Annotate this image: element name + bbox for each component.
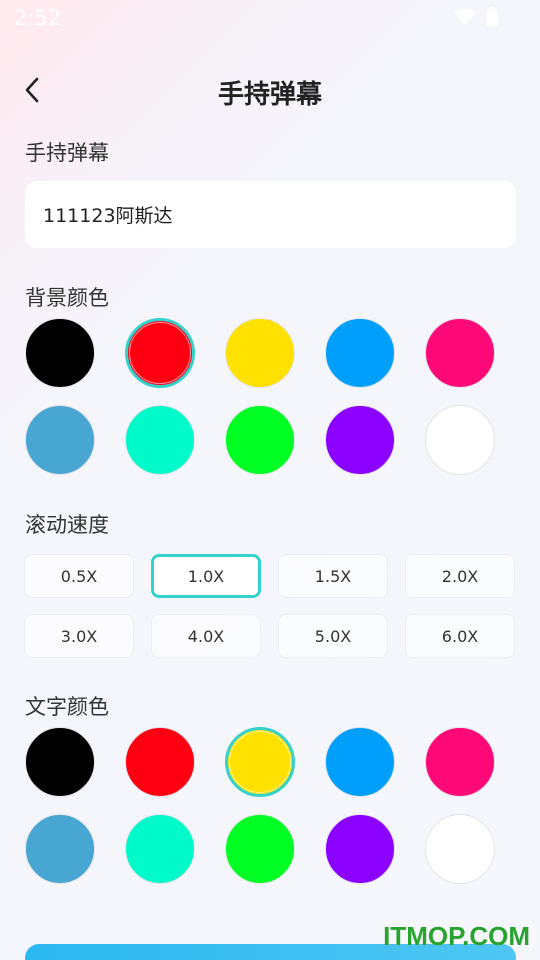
danmaku-text-input[interactable] bbox=[25, 181, 516, 248]
text-color-swatch[interactable] bbox=[325, 814, 395, 884]
status-bar: 2:52 bbox=[0, 0, 540, 36]
background-color-swatch[interactable] bbox=[225, 405, 295, 475]
background-color-swatch[interactable] bbox=[25, 405, 95, 475]
watermark: ITMOP.COM bbox=[383, 921, 530, 951]
speed-option[interactable]: 5.0X bbox=[278, 614, 388, 658]
status-time: 2:52 bbox=[14, 6, 62, 30]
text-color-swatch[interactable] bbox=[225, 814, 295, 884]
speed-option[interactable]: 6.0X bbox=[405, 614, 515, 658]
speed-option[interactable]: 0.5X bbox=[24, 554, 134, 598]
text-color-swatch[interactable] bbox=[425, 814, 495, 884]
text-color-swatch[interactable] bbox=[25, 814, 95, 884]
header: 手持弹幕 bbox=[0, 60, 540, 120]
background-color-label: 背景颜色 bbox=[25, 286, 109, 310]
page-title: 手持弹幕 bbox=[217, 80, 322, 110]
text-color-swatch[interactable] bbox=[325, 727, 395, 797]
text-color-swatch[interactable] bbox=[225, 727, 295, 797]
battery-icon bbox=[486, 7, 498, 27]
background-color-swatch[interactable] bbox=[25, 318, 95, 388]
speed-option[interactable]: 2.0X bbox=[405, 554, 515, 598]
speed-option[interactable]: 1.0X bbox=[151, 554, 261, 598]
scroll-speed-label: 滚动速度 bbox=[25, 513, 109, 537]
background-color-swatch[interactable] bbox=[125, 405, 195, 475]
text-color-swatch[interactable] bbox=[25, 727, 95, 797]
text-color-swatch[interactable] bbox=[125, 727, 195, 797]
speed-option[interactable]: 1.5X bbox=[278, 554, 388, 598]
status-icons bbox=[454, 7, 498, 27]
text-color-swatch[interactable] bbox=[425, 727, 495, 797]
text-color-label: 文字颜色 bbox=[25, 695, 109, 719]
text-section-label: 手持弹幕 bbox=[25, 141, 109, 165]
text-color-swatch[interactable] bbox=[125, 814, 195, 884]
background-color-swatch[interactable] bbox=[325, 405, 395, 475]
background-color-swatch[interactable] bbox=[325, 318, 395, 388]
background-color-swatch[interactable] bbox=[225, 318, 295, 388]
speed-option[interactable]: 4.0X bbox=[151, 614, 261, 658]
speed-option[interactable]: 3.0X bbox=[24, 614, 134, 658]
background-color-swatch[interactable] bbox=[425, 405, 495, 475]
wifi-icon bbox=[454, 8, 476, 25]
background-color-swatch[interactable] bbox=[425, 318, 495, 388]
background-color-swatch[interactable] bbox=[125, 318, 195, 388]
